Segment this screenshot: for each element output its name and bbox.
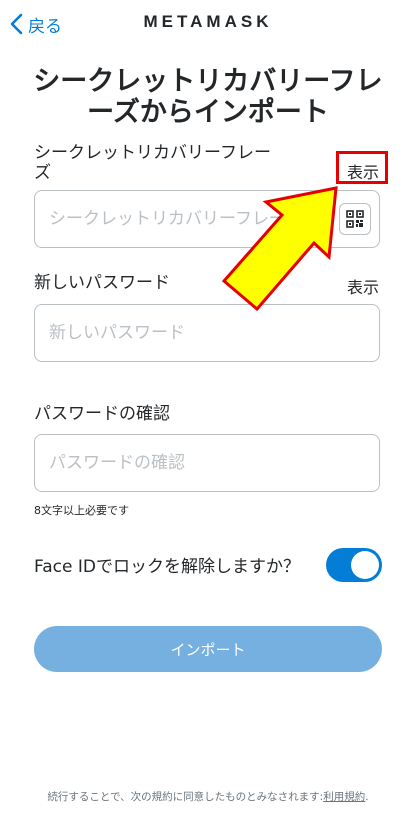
srp-show-button[interactable]: 表示 [347, 159, 379, 183]
terms-link[interactable]: 利用規約 [323, 791, 365, 803]
toggle-knob [351, 551, 379, 579]
srp-field [34, 190, 380, 248]
face-id-toggle[interactable] [326, 548, 382, 582]
terms-footer: 続行することで、次の規約に同意したものとみなされます:利用規約. [0, 789, 416, 804]
srp-label: シークレットリカバリーフレー ズ [34, 143, 271, 183]
qr-scan-button[interactable] [339, 203, 371, 235]
confirm-password-label: パスワードの確認 [34, 404, 170, 424]
srp-input[interactable] [35, 191, 379, 247]
confirm-password-input[interactable] [35, 435, 379, 491]
terms-text: 続行することで、次の規約に同意したものとみなされます: [47, 791, 324, 803]
new-password-show-button[interactable]: 表示 [347, 274, 379, 298]
qr-code-icon [346, 210, 364, 228]
import-button[interactable]: インポート [34, 626, 382, 672]
page-title: シークレットリカバリーフレーズからインポート [33, 66, 383, 128]
brand-logo: METAMASK [143, 12, 273, 31]
face-id-label: Face IDでロックを解除しますか？ [34, 557, 300, 577]
new-password-input[interactable] [35, 305, 379, 361]
new-password-label: 新しいパスワード [34, 273, 170, 293]
password-hint: 8文字以上必要です [34, 504, 129, 517]
srp-label-line2: ズ [34, 163, 51, 183]
new-password-field [34, 304, 380, 362]
srp-label-line1: シークレットリカバリーフレー [34, 143, 271, 163]
confirm-password-field [34, 434, 380, 492]
terms-suffix: . [365, 791, 369, 803]
top-bar: 戻る METAMASK [0, 0, 416, 48]
